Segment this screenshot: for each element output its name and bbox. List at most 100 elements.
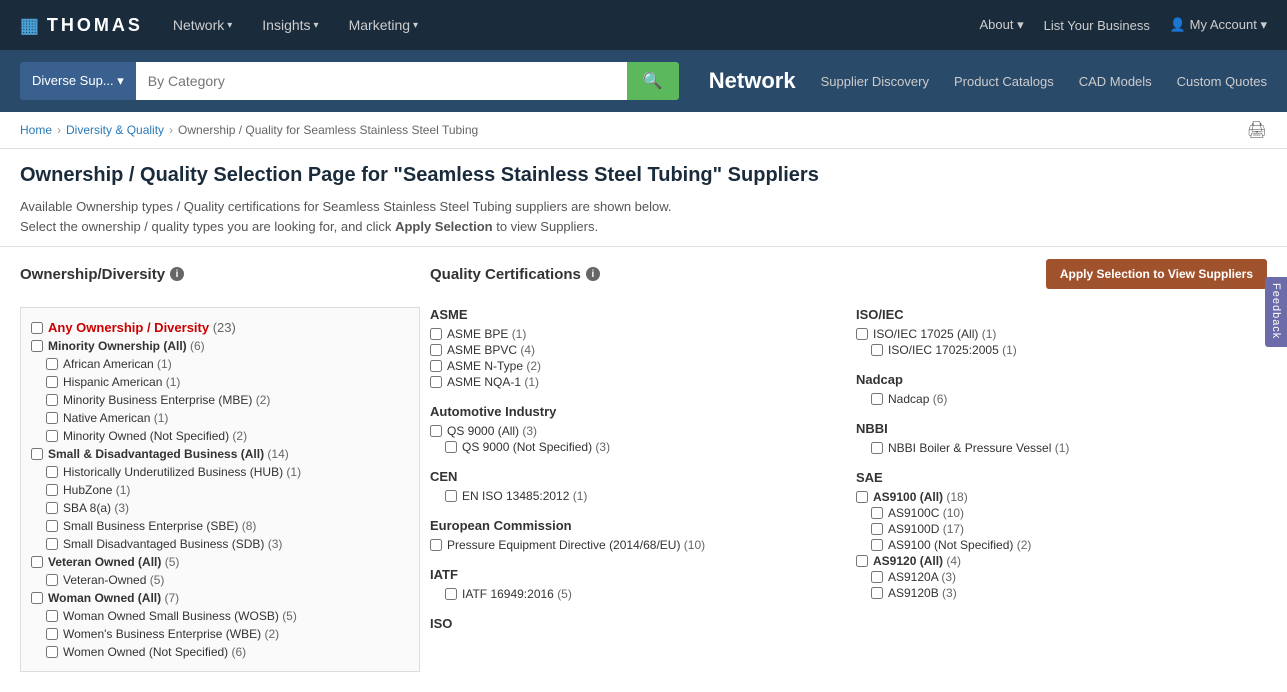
qs9000-not-specified-label[interactable]: QS 9000 (Not Specified) (3) <box>462 440 610 454</box>
nav-insights[interactable]: Insights ▾ <box>262 17 318 33</box>
sba8a-checkbox[interactable] <box>46 502 58 514</box>
sdb-checkbox[interactable] <box>46 538 58 550</box>
nadcap-checkbox[interactable] <box>871 393 883 405</box>
nav-marketing[interactable]: Marketing ▾ <box>349 17 419 33</box>
as9100-all-checkbox[interactable] <box>856 491 868 503</box>
african-american-checkbox[interactable] <box>46 358 58 370</box>
hubzone-checkbox[interactable] <box>46 484 58 496</box>
as9100-not-specified-checkbox[interactable] <box>871 539 883 551</box>
as9120b-checkbox[interactable] <box>871 587 883 599</box>
isoiec-17025-all-checkbox[interactable] <box>856 328 868 340</box>
minority-ownership-label[interactable]: Minority Ownership (All) (6) <box>48 339 205 353</box>
woman-owned-all-checkbox[interactable] <box>31 592 43 604</box>
native-american-checkbox[interactable] <box>46 412 58 424</box>
ped-label[interactable]: Pressure Equipment Directive (2014/68/EU… <box>447 538 705 552</box>
breadcrumb-home[interactable]: Home <box>20 123 52 137</box>
en-iso-13485-checkbox[interactable] <box>445 490 457 502</box>
as9120-all-label[interactable]: AS9120 (All) (4) <box>873 554 961 568</box>
nav-network[interactable]: Network ▾ <box>173 17 232 33</box>
as9100d-label[interactable]: AS9100D (17) <box>888 522 964 536</box>
nav-product-catalogs[interactable]: Product Catalogs <box>954 74 1054 89</box>
asme-bpvc-label[interactable]: ASME BPVC (4) <box>447 343 535 357</box>
iatf-16949-label[interactable]: IATF 16949:2016 (5) <box>462 587 572 601</box>
native-american-label[interactable]: Native American (1) <box>63 411 168 425</box>
veteran-owned-label[interactable]: Veteran Owned (All) (5) <box>48 555 179 569</box>
wbe-label[interactable]: Women's Business Enterprise (WBE) (2) <box>63 627 279 641</box>
women-not-specified-label[interactable]: Women Owned (Not Specified) (6) <box>63 645 246 659</box>
qs9000-not-specified-checkbox[interactable] <box>445 441 457 453</box>
hispanic-american-checkbox[interactable] <box>46 376 58 388</box>
quality-info-icon[interactable]: i <box>586 267 600 281</box>
woman-owned-label[interactable]: Woman Owned (All) (7) <box>48 591 179 605</box>
wosb-checkbox[interactable] <box>46 610 58 622</box>
nbbi-boiler-label[interactable]: NBBI Boiler & Pressure Vessel (1) <box>888 441 1069 455</box>
nav-my-account[interactable]: 👤 My Account ▾ <box>1170 17 1267 33</box>
iatf-16949-checkbox[interactable] <box>445 588 457 600</box>
asme-bpe-label[interactable]: ASME BPE (1) <box>447 327 526 341</box>
as9120a-checkbox[interactable] <box>871 571 883 583</box>
search-button[interactable]: 🔍 <box>627 62 679 100</box>
apply-selection-button[interactable]: Apply Selection to View Suppliers <box>1046 259 1267 289</box>
search-input[interactable] <box>136 62 627 100</box>
hub-label[interactable]: Historically Underutilized Business (HUB… <box>63 465 301 479</box>
asme-ntype-checkbox[interactable] <box>430 360 442 372</box>
veteran-owned-all-checkbox[interactable] <box>31 556 43 568</box>
qs9000-all-checkbox[interactable] <box>430 425 442 437</box>
sbe-checkbox[interactable] <box>46 520 58 532</box>
asme-nqa1-checkbox[interactable] <box>430 376 442 388</box>
nadcap-label[interactable]: Nadcap (6) <box>888 392 947 406</box>
hispanic-american-label[interactable]: Hispanic American (1) <box>63 375 180 389</box>
ownership-info-icon[interactable]: i <box>170 267 184 281</box>
as9100-all-label[interactable]: AS9100 (All) (18) <box>873 490 968 504</box>
ped-checkbox[interactable] <box>430 539 442 551</box>
any-ownership-checkbox[interactable] <box>31 322 43 334</box>
nav-custom-quotes[interactable]: Custom Quotes <box>1177 74 1267 89</box>
asme-ntype-label[interactable]: ASME N-Type (2) <box>447 359 541 373</box>
print-icon[interactable]: 🖨 <box>1247 120 1267 140</box>
women-not-specified-checkbox[interactable] <box>46 646 58 658</box>
list-item: African American (1) <box>31 355 409 373</box>
minority-ownership-all-checkbox[interactable] <box>31 340 43 352</box>
as9100d-checkbox[interactable] <box>871 523 883 535</box>
as9120b-label[interactable]: AS9120B (3) <box>888 586 957 600</box>
asme-nqa1-label[interactable]: ASME NQA-1 (1) <box>447 375 539 389</box>
wosb-label[interactable]: Woman Owned Small Business (WOSB) (5) <box>63 609 297 623</box>
en-iso-13485-label[interactable]: EN ISO 13485:2012 (1) <box>462 489 587 503</box>
small-disadvantaged-all-checkbox[interactable] <box>31 448 43 460</box>
veteran-owned-checkbox[interactable] <box>46 574 58 586</box>
sba8a-label[interactable]: SBA 8(a) (3) <box>63 501 129 515</box>
breadcrumb-diversity[interactable]: Diversity & Quality <box>66 123 164 137</box>
african-american-label[interactable]: African American (1) <box>63 357 172 371</box>
nav-supplier-discovery[interactable]: Supplier Discovery <box>821 74 929 89</box>
as9100-not-specified-label[interactable]: AS9100 (Not Specified) (2) <box>888 538 1031 552</box>
isoiec-17025-2005-label[interactable]: ISO/IEC 17025:2005 (1) <box>888 343 1017 357</box>
as9100c-label[interactable]: AS9100C (10) <box>888 506 964 520</box>
asme-bpvc-checkbox[interactable] <box>430 344 442 356</box>
nav-about[interactable]: About ▾ <box>980 17 1024 33</box>
logo[interactable]: ▦ THOMAS <box>20 13 143 38</box>
hub-checkbox[interactable] <box>46 466 58 478</box>
sbe-label[interactable]: Small Business Enterprise (SBE) (8) <box>63 519 256 533</box>
wbe-checkbox[interactable] <box>46 628 58 640</box>
small-disadvantaged-label[interactable]: Small & Disadvantaged Business (All) (14… <box>48 447 289 461</box>
sdb-label[interactable]: Small Disadvantaged Business (SDB) (3) <box>63 537 282 551</box>
as9120a-label[interactable]: AS9120A (3) <box>888 570 956 584</box>
asme-bpe-checkbox[interactable] <box>430 328 442 340</box>
as9120-all-checkbox[interactable] <box>856 555 868 567</box>
mbe-checkbox[interactable] <box>46 394 58 406</box>
as9100c-checkbox[interactable] <box>871 507 883 519</box>
nav-cad-models[interactable]: CAD Models <box>1079 74 1152 89</box>
veteran-owned-sub-label[interactable]: Veteran-Owned (5) <box>63 573 164 587</box>
feedback-button[interactable]: Feedback <box>1265 277 1287 347</box>
any-ownership-label[interactable]: Any Ownership / Diversity (23) <box>48 320 236 335</box>
isoiec-17025-all-label[interactable]: ISO/IEC 17025 (All) (1) <box>873 327 996 341</box>
search-category-dropdown[interactable]: Diverse Sup... ▾ <box>20 62 136 100</box>
qs9000-all-label[interactable]: QS 9000 (All) (3) <box>447 424 537 438</box>
minority-not-specified-checkbox[interactable] <box>46 430 58 442</box>
hubzone-label[interactable]: HubZone (1) <box>63 483 130 497</box>
minority-not-specified-label[interactable]: Minority Owned (Not Specified) (2) <box>63 429 247 443</box>
mbe-label[interactable]: Minority Business Enterprise (MBE) (2) <box>63 393 270 407</box>
nav-list-business[interactable]: List Your Business <box>1044 18 1150 33</box>
nbbi-boiler-checkbox[interactable] <box>871 442 883 454</box>
isoiec-17025-2005-checkbox[interactable] <box>871 344 883 356</box>
